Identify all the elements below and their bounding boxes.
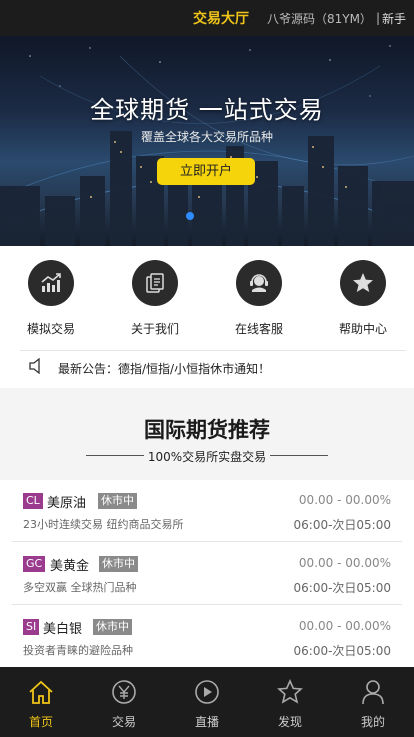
banner-subline: 覆盖全球各大交易所品种 <box>140 130 273 144</box>
quick-item-label: 关于我们 <box>130 322 179 336</box>
product-description: 23小时连续交易 纽约商品交易所 <box>23 518 184 531</box>
page: 交易大厅 八爷源码（81YM） | 新手 全球期货 一站式交易 覆盖全球各大交易… <box>0 0 414 737</box>
status-badge: 休市中 <box>93 619 132 635</box>
page-title: 交易大厅 <box>192 11 249 27</box>
product-change: 00.00 - 00.00% <box>298 556 391 570</box>
product-change: 00.00 - 00.00% <box>298 619 391 633</box>
open-account-button[interactable]: 立即开户 <box>157 158 255 185</box>
divider <box>20 350 406 351</box>
section-title: 国际期货推荐 <box>144 418 270 442</box>
trading-hours: 06:00-次日05:00 <box>293 581 392 595</box>
notice-text: 最新公告：德指/恒指/小恒指休市通知！ <box>58 361 271 376</box>
hero-banner[interactable]: 全球期货 一站式交易 覆盖全球各大交易所品种 立即开户 <box>0 36 414 246</box>
nav-tab-label: 发现 <box>277 715 302 729</box>
nav-tab-trade[interactable]: 交易 <box>83 667 165 737</box>
star-icon <box>340 260 386 306</box>
product-code-badge: CL <box>23 493 43 509</box>
trading-hours: 06:00-次日05:00 <box>293 644 392 658</box>
nav-tab-label: 首页 <box>28 715 53 729</box>
list-item[interactable]: SI 美白银 休市中 投资者青睐的避险品种 00.00 - 00.00% 06:… <box>0 606 414 668</box>
product-name: 美原油 <box>47 496 87 511</box>
quick-item-simulated-trading[interactable]: 模拟交易 <box>11 260 91 337</box>
list-item[interactable]: CL 美原油 休市中 23小时连续交易 纽约商品交易所 00.00 - 00.0… <box>0 480 414 542</box>
quick-item-label: 模拟交易 <box>26 322 75 336</box>
quick-item-label: 在线客服 <box>234 322 283 336</box>
chart-icon <box>28 260 74 306</box>
divider <box>12 604 402 605</box>
status-badge: 休市中 <box>98 493 137 509</box>
banner-headline: 全球期货 一站式交易 <box>90 96 324 124</box>
top-bar: 交易大厅 八爷源码（81YM） | 新手 <box>0 0 414 36</box>
carousel-indicator[interactable] <box>186 212 194 220</box>
nav-tab-mine[interactable]: 我的 <box>332 667 414 737</box>
trading-hours: 06:00-次日05:00 <box>293 518 392 532</box>
product-name: 美黄金 <box>50 559 90 574</box>
home-icon <box>29 680 53 704</box>
product-code-badge: SI <box>23 619 40 635</box>
nav-tab-live[interactable]: 直播 <box>166 667 248 737</box>
divider <box>270 455 328 456</box>
headset-icon <box>236 260 282 306</box>
nav-tab-label: 我的 <box>360 715 385 729</box>
quick-item-help-center[interactable]: 帮助中心 <box>323 260 403 337</box>
yuan-icon <box>112 680 136 704</box>
speaker-icon <box>28 357 46 378</box>
product-name: 美白银 <box>43 622 83 637</box>
quick-item-about-us[interactable]: 关于我们 <box>115 260 195 337</box>
product-change: 00.00 - 00.00% <box>298 493 391 507</box>
quick-item-label: 帮助中心 <box>338 322 387 336</box>
quick-menu: 模拟交易 关于我们 在线客服 帮助中心 最新公告：德指/恒指/小恒指休市通知！ <box>0 246 414 388</box>
nav-tab-label: 直播 <box>194 715 219 729</box>
bottom-nav: 首页 交易 直播 发现 我的 <box>0 667 414 737</box>
user-icon <box>362 680 384 705</box>
notice-bar[interactable]: 最新公告：德指/恒指/小恒指休市通知！ <box>28 357 271 378</box>
play-icon <box>195 680 219 704</box>
nav-tab-home[interactable]: 首页 <box>0 667 82 737</box>
status-badge: 休市中 <box>99 556 138 572</box>
product-description: 多空双赢 全球热门品种 <box>23 581 137 594</box>
nav-tab-discover[interactable]: 发现 <box>249 667 331 737</box>
product-code-badge: GC <box>23 556 46 572</box>
top-separator: | <box>375 11 380 25</box>
user-name[interactable]: 八爷源码（81YM） <box>267 10 372 27</box>
nav-tab-label: 交易 <box>111 715 136 729</box>
recommend-section-header: 国际期货推荐 100%交易所实盘交易 <box>0 388 414 480</box>
product-list: CL 美原油 休市中 23小时连续交易 纽约商品交易所 00.00 - 00.0… <box>0 480 414 667</box>
quick-item-online-service[interactable]: 在线客服 <box>219 260 299 337</box>
product-description: 投资者青睐的避险品种 <box>23 644 133 657</box>
section-subtitle: 100%交易所实盘交易 <box>147 450 267 464</box>
divider <box>12 541 402 542</box>
newbie-link[interactable]: 新手 <box>382 10 406 27</box>
document-icon <box>132 260 178 306</box>
star-outline-icon <box>277 679 303 704</box>
list-item[interactable]: GC 美黄金 休市中 多空双赢 全球热门品种 00.00 - 00.00% 06… <box>0 543 414 605</box>
